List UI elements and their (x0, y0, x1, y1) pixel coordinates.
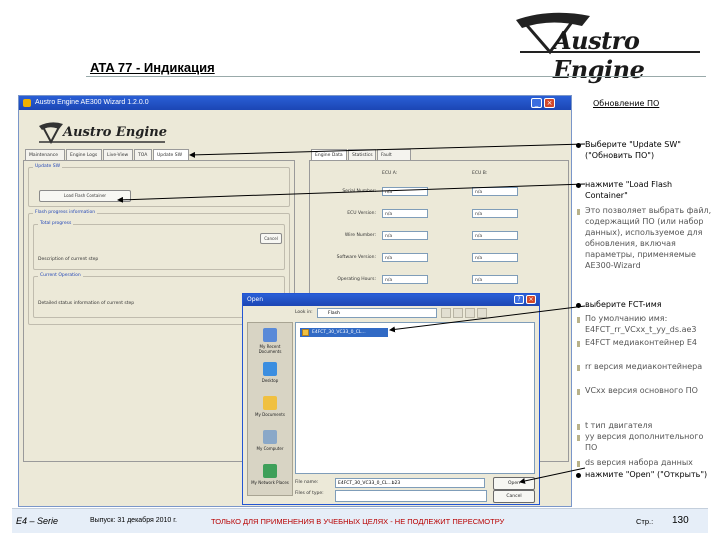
sub-bullet-mark (577, 424, 580, 430)
section-heading: Обновление ПО (593, 99, 660, 108)
footer-training-warning: ТОЛЬКО ДЛЯ ПРИМЕНЕНИЯ В УЧЕБНЫХ ЦЕЛЯХ - … (211, 517, 505, 526)
footer-series: E4 – Serie (16, 516, 59, 526)
sub-item-vcxx: VCxx версия основного ПО (585, 386, 698, 395)
bullet-dot (576, 143, 581, 148)
bullet-load-flash: нажмите "Load Flash Container" (585, 180, 673, 200)
arrow-update-sw (189, 143, 586, 158)
footer-page-number: 130 (672, 515, 689, 526)
sub-item-load-desc: Это позволяет выбрать файл, содержащий П… (585, 206, 712, 270)
sub-item-yy: yy версия дополнительного ПО (585, 432, 704, 452)
sub-item-e4fct: E4FCT медиаконтейнер E4 (585, 338, 698, 347)
bullet-update-sw: Выберите "Update SW" ("Обновить ПО") (585, 140, 681, 160)
sub-bullet-mark (577, 365, 580, 371)
bullet-dot (576, 303, 581, 308)
sub-item-default-name: По умолчанию имя: E4FCT_rr_VCxx_t_yy_ds.… (585, 314, 697, 334)
bullet-open: нажмите "Open" ("Открыть") (585, 470, 708, 479)
footer-issue-date: Выпуск: 31 декабря 2010 г. (90, 517, 177, 524)
sub-bullet-mark (577, 435, 580, 441)
bullet-select-fct: выберите FCT-имя (585, 300, 662, 309)
bullet-dot (576, 183, 581, 188)
sub-item-ds: ds версия набора данных (585, 458, 693, 467)
bullet-dot (576, 473, 581, 478)
arrow-load-flash (117, 183, 586, 203)
sub-bullet-mark (577, 461, 580, 467)
sub-bullet-mark (577, 317, 580, 323)
arrow-select-fct (389, 305, 586, 333)
sub-bullet-mark (577, 209, 580, 215)
sub-item-rr: rr версия медиаконтейнера (585, 362, 703, 371)
sub-bullet-mark (577, 389, 580, 395)
footer-page-label: Стр.: (636, 517, 654, 526)
sub-bullet-mark (577, 341, 580, 347)
sub-item-t: t тип двигателя (585, 421, 653, 430)
